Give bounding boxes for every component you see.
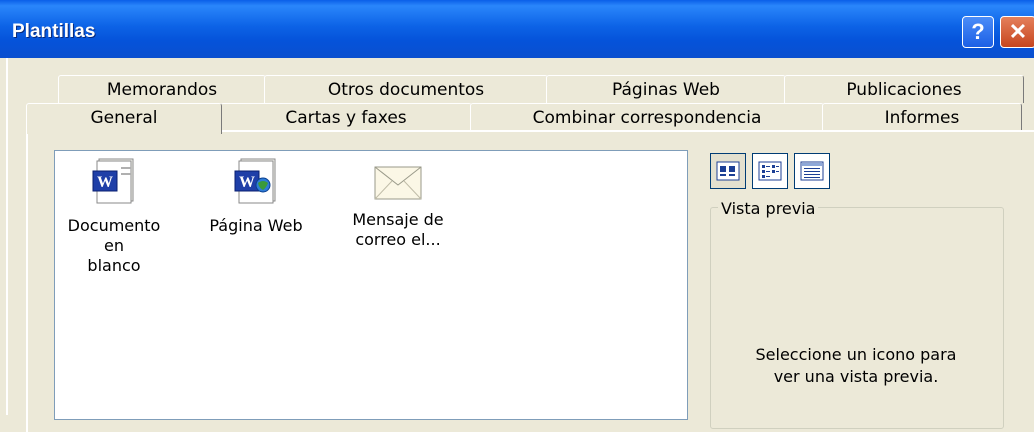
tab-memorandos[interactable]: Memorandos — [58, 75, 266, 103]
preview-group — [710, 207, 1004, 429]
tab-general[interactable]: General — [26, 103, 222, 134]
tab-otros-documentos[interactable]: Otros documentos — [264, 75, 548, 103]
large-icons-view-icon — [716, 161, 740, 181]
window-title: Plantillas — [12, 21, 96, 42]
svg-text:W: W — [239, 174, 255, 191]
template-blank-document[interactable]: W Documento en blanco — [59, 151, 169, 276]
preview-message: Seleccione un icono para ver una vista p… — [755, 345, 957, 386]
template-web-page[interactable]: W Página Web — [201, 151, 311, 236]
list-view-button[interactable] — [752, 153, 788, 189]
dialog-edge — [6, 58, 8, 415]
envelope-icon — [374, 166, 422, 200]
details-view-button[interactable] — [794, 153, 830, 189]
title-bar[interactable]: Plantillas ? ✕ — [0, 0, 1034, 58]
tab-paginas-web[interactable]: Páginas Web — [546, 75, 786, 103]
word-web-page-icon: W — [234, 158, 276, 204]
tab-informes[interactable]: Informes — [822, 103, 1022, 131]
template-label: Documento en blanco — [67, 216, 161, 275]
preview-legend: Vista previa — [718, 199, 819, 218]
close-button[interactable]: ✕ — [1000, 16, 1034, 48]
template-label: Mensaje de correo el... — [352, 210, 444, 249]
tab-cartas-y-faxes[interactable]: Cartas y faxes — [220, 103, 472, 131]
help-button[interactable]: ? — [962, 16, 994, 48]
tab-publicaciones[interactable]: Publicaciones — [784, 75, 1024, 103]
svg-text:W: W — [97, 174, 113, 191]
large-icons-view-button[interactable] — [710, 153, 746, 189]
details-view-icon — [800, 161, 824, 181]
template-email-message[interactable]: Mensaje de correo el... — [343, 151, 453, 250]
template-label: Página Web — [209, 216, 303, 235]
word-document-icon: W — [92, 158, 134, 204]
list-view-icon — [758, 161, 782, 181]
tab-combinar-correspondencia[interactable]: Combinar correspondencia — [470, 103, 824, 131]
templates-list[interactable]: W Documento en blanco W Página Web Mensa… — [54, 150, 688, 420]
